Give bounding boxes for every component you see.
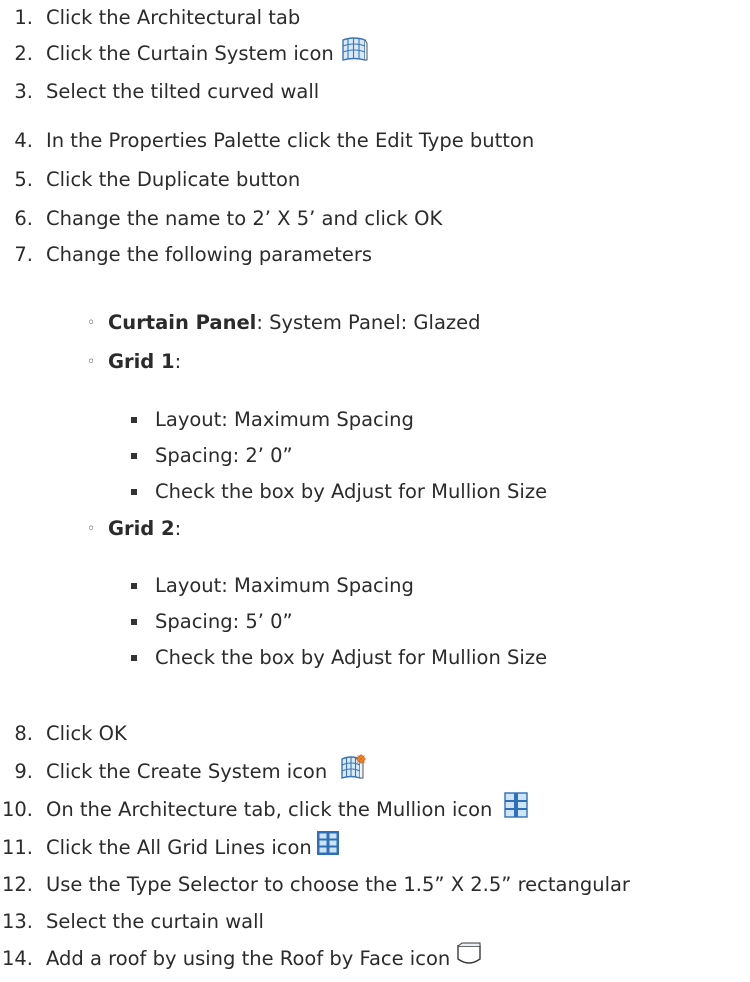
step-14: 14. Add a roof by using the Roof by Face… [0, 941, 482, 977]
step-text: Click OK [46, 722, 127, 745]
step-number: 11. [1, 836, 33, 859]
step-text: Select the tilted curved wall [46, 80, 320, 103]
grid2-item-layout: Layout: Maximum Spacing [0, 571, 750, 601]
step-number: 7. [14, 243, 33, 266]
list-item: Layout: Maximum Spacing [155, 408, 414, 431]
grid1-item-spacing: Spacing: 2’ 0” [0, 441, 750, 471]
step-10: 10. On the Architecture tab, click the M… [0, 792, 529, 828]
step-number: 8. [14, 722, 33, 745]
step-8: 8. Click OK [0, 718, 127, 750]
step-text: Click the Curtain System icon [46, 42, 334, 65]
step-7: 7. Change the following parameters [0, 239, 372, 271]
step-text: Use the Type Selector to choose the 1.5”… [46, 873, 630, 896]
list-item: Check the box by Adjust for Mullion Size [155, 480, 548, 503]
square-bullet-icon [131, 489, 137, 495]
step-number: 1. [14, 6, 33, 29]
parameter-label: Curtain Panel [108, 311, 257, 334]
parameter-grid-1: ◦ Grid 1: [0, 347, 750, 377]
square-bullet-icon [131, 583, 137, 589]
step-text: Click the Create System icon [46, 760, 328, 783]
roof-by-face-icon [456, 941, 482, 977]
step-text: Add a roof by using the Roof by Face ico… [46, 947, 451, 970]
square-bullet-icon [131, 655, 137, 661]
step-number: 3. [14, 80, 33, 103]
step-1: 1. Click the Architectural tab [0, 2, 300, 34]
step-4: 4. In the Properties Palette click the E… [0, 125, 534, 157]
step-number: 2. [14, 42, 33, 65]
grid2-item-spacing: Spacing: 5’ 0” [0, 607, 750, 637]
step-text: Change the name to 2’ X 5’ and click OK [46, 207, 443, 230]
circle-bullet-icon: ◦ [87, 354, 96, 370]
curtain-system-icon [340, 35, 368, 73]
step-number: 10. [1, 798, 33, 821]
step-number: 9. [14, 760, 33, 783]
grid1-item-layout: Layout: Maximum Spacing [0, 405, 750, 435]
parameter-curtain-panel: ◦ Curtain Panel: System Panel: Glazed [0, 308, 750, 338]
circle-bullet-icon: ◦ [87, 521, 96, 537]
step-text: Change the following parameters [46, 243, 373, 266]
grid2-item-mullion: Check the box by Adjust for Mullion Size [0, 643, 750, 673]
step-5: 5. Click the Duplicate button [0, 164, 300, 196]
step-text: Select the curtain wall [46, 910, 264, 933]
parameter-value: : System Panel: Glazed [256, 311, 481, 334]
step-9: 9. Click the Create System icon [0, 753, 367, 791]
step-2: 2. Click the Curtain System icon [0, 35, 368, 73]
step-text: Click the All Grid Lines icon [46, 836, 312, 859]
mullion-icon [504, 792, 529, 828]
square-bullet-icon [131, 619, 137, 625]
step-number: 12. [1, 873, 33, 896]
parameter-suffix: : [174, 350, 182, 373]
list-item: Spacing: 5’ 0” [155, 610, 293, 633]
step-text: Click the Architectural tab [46, 6, 301, 29]
list-item: Layout: Maximum Spacing [155, 574, 414, 597]
step-number: 13. [1, 910, 33, 933]
list-item: Spacing: 2’ 0” [155, 444, 293, 467]
step-6: 6. Change the name to 2’ X 5’ and click … [0, 203, 442, 235]
step-11: 11. Click the All Grid Lines icon [0, 830, 340, 866]
square-bullet-icon [131, 417, 137, 423]
step-text: On the Architecture tab, click the Mulli… [46, 798, 493, 821]
parameter-label: Grid 1 [108, 350, 175, 373]
circle-bullet-icon: ◦ [87, 315, 96, 331]
list-item: Check the box by Adjust for Mullion Size [155, 646, 548, 669]
step-number: 14. [1, 947, 33, 970]
step-text: In the Properties Palette click the Edit… [46, 129, 535, 152]
parameter-grid-2: ◦ Grid 2: [0, 514, 750, 544]
step-number: 4. [14, 129, 33, 152]
grid1-item-mullion: Check the box by Adjust for Mullion Size [0, 477, 750, 507]
all-grid-lines-icon [316, 830, 340, 866]
step-text: Click the Duplicate button [46, 168, 301, 191]
create-system-icon [339, 753, 367, 791]
square-bullet-icon [131, 453, 137, 459]
parameter-suffix: : [174, 517, 182, 540]
parameter-label: Grid 2 [108, 517, 175, 540]
step-number: 5. [14, 168, 33, 191]
step-13: 13. Select the curtain wall [0, 906, 264, 938]
step-12: 12. Use the Type Selector to choose the … [0, 869, 630, 901]
step-number: 6. [14, 207, 33, 230]
step-3: 3. Select the tilted curved wall [0, 76, 319, 108]
